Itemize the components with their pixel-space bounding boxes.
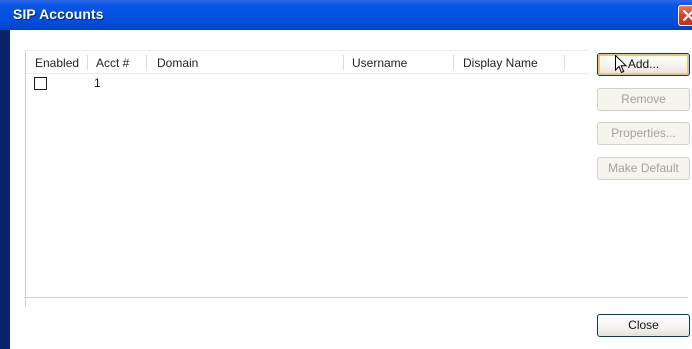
accounts-list[interactable]: Enabled Acct # Domain Username Display N… <box>25 50 588 306</box>
column-header-username[interactable]: Username <box>352 56 407 70</box>
close-button[interactable]: Close <box>597 314 690 337</box>
column-header-display-name[interactable]: Display Name <box>463 56 538 70</box>
horizontal-divider <box>24 297 688 299</box>
column-header-enabled[interactable]: Enabled <box>35 56 79 70</box>
column-divider[interactable] <box>146 55 147 70</box>
dialog-body: Enabled Acct # Domain Username Display N… <box>10 30 692 349</box>
sip-accounts-window: SIP Accounts Enabled Acct # Domain Usern… <box>0 0 692 349</box>
column-divider[interactable] <box>564 55 565 70</box>
title-bar[interactable]: SIP Accounts <box>0 0 692 30</box>
column-divider[interactable] <box>87 55 88 70</box>
list-header: Enabled Acct # Domain Username Display N… <box>26 51 588 74</box>
make-default-button[interactable]: Make Default <box>597 157 690 180</box>
column-divider[interactable] <box>343 55 344 70</box>
remove-button[interactable]: Remove <box>597 88 690 111</box>
enabled-checkbox[interactable] <box>34 77 47 90</box>
column-divider[interactable] <box>453 55 454 70</box>
acct-number: 1 <box>94 76 101 90</box>
close-icon[interactable] <box>678 5 692 26</box>
add-button[interactable]: Add... <box>597 53 690 76</box>
properties-button[interactable]: Properties... <box>597 122 690 145</box>
table-row[interactable]: 1 <box>26 74 588 92</box>
column-header-domain[interactable]: Domain <box>157 56 198 70</box>
window-title: SIP Accounts <box>13 6 104 22</box>
column-header-acct[interactable]: Acct # <box>96 56 129 70</box>
mouse-pointer-icon <box>615 54 628 79</box>
